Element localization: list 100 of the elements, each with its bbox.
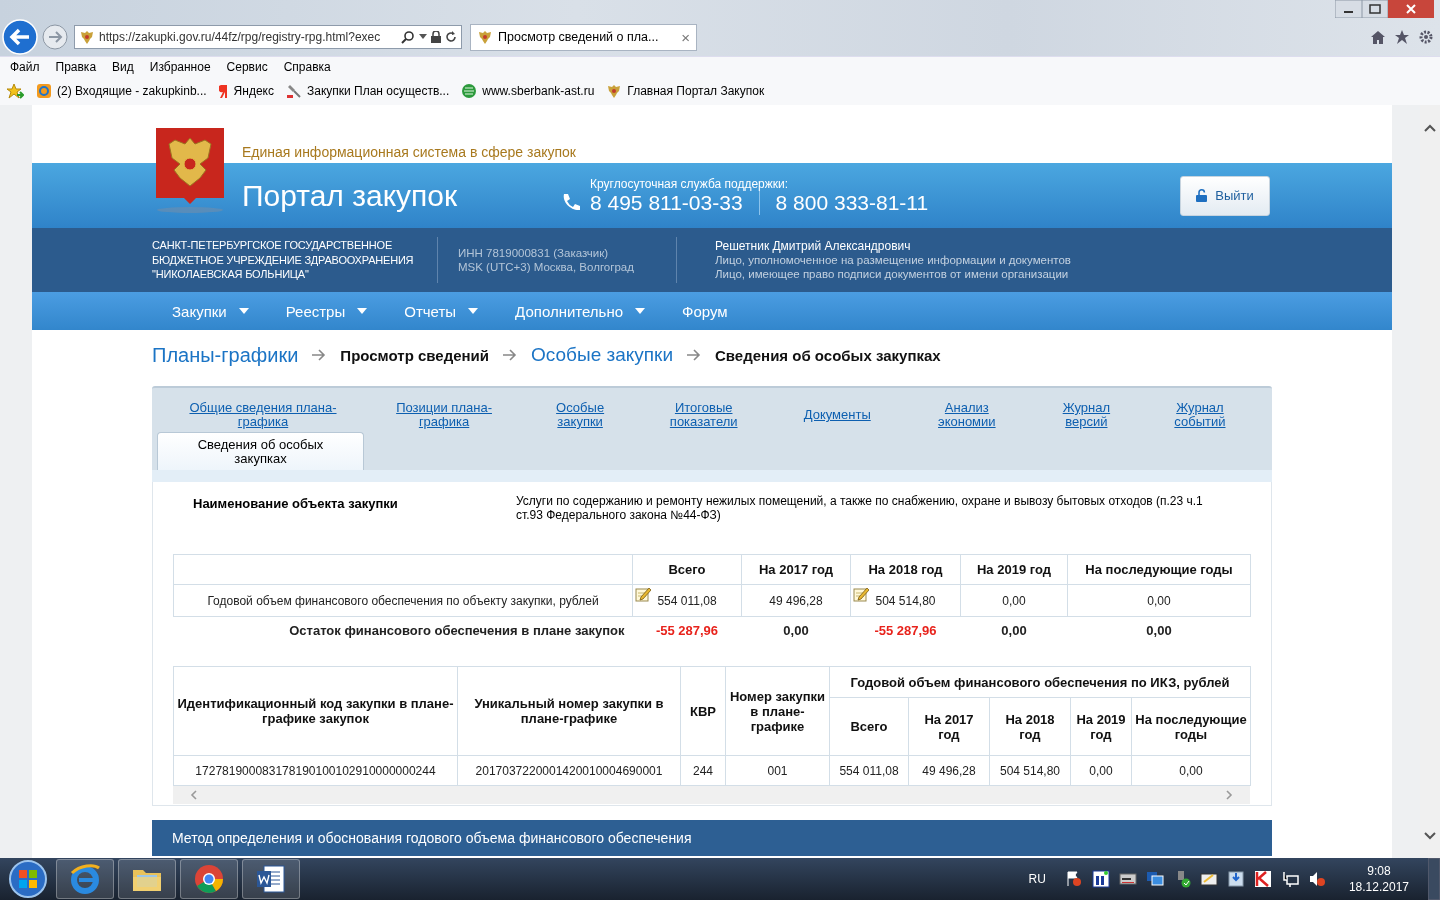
add-favorite-icon[interactable] (6, 83, 24, 99)
refresh-icon[interactable] (445, 31, 457, 43)
menu-item[interactable]: Файл (2, 60, 48, 74)
table-cell: 0,00 (1067, 584, 1251, 617)
menu-item[interactable]: Вид (104, 60, 142, 74)
letter-icon (218, 83, 229, 99)
tile-icon[interactable] (1091, 870, 1110, 888)
breadcrumb-link[interactable]: Особые закупки (531, 344, 673, 366)
maximize-button[interactable] (1362, 0, 1388, 18)
drive-icon[interactable] (1118, 870, 1137, 888)
flag-icon[interactable] (1064, 870, 1083, 888)
column-header: Уникальный номер закупки в плане-графике (457, 666, 681, 756)
column-header: На 2017 год (741, 554, 851, 585)
search-icon[interactable] (401, 30, 415, 44)
browser-icon (69, 863, 101, 895)
taskbar-button[interactable] (180, 859, 238, 899)
table-cell: 504 514,80 (875, 593, 936, 608)
table-cell: 504 514,80 (989, 755, 1071, 786)
table-cell: 244 (680, 755, 726, 786)
language-indicator[interactable]: RU (1028, 872, 1046, 886)
close-button[interactable] (1388, 0, 1434, 18)
emblem-icon (79, 29, 95, 45)
favorites-item[interactable]: Закупки План осуществ... (285, 83, 450, 99)
round-browser-icon (194, 864, 224, 894)
user-role: Лицо, уполномоченное на размещение информации и документов (715, 253, 1071, 267)
tab[interactable]: Особые закупки (550, 401, 611, 429)
table-cell: 2017037220001420010004690001 (457, 755, 681, 786)
logout-button[interactable]: Выйти (1180, 175, 1270, 216)
phone-number: 8 495 811-03-33 (589, 190, 743, 215)
table-cell: 0,00 (1067, 616, 1251, 644)
pencil-note-icon[interactable] (635, 586, 651, 602)
organization-name: САНКТ-ПЕТЕРБУРГСКОЕ ГОСУДАРСТВЕННОЕ БЮДЖЕТНОЕ УЧРЕЖДЕНИЕ ЗДРАВООХРАНЕНИЯ "НИКОЛАЕВСКАЯ БОЛЬНИЦА" (152, 238, 415, 282)
emblem-icon (606, 83, 623, 99)
settings-icon[interactable] (1418, 29, 1434, 45)
network-icon[interactable] (1280, 870, 1299, 888)
table-cell: 49 496,28 (908, 755, 990, 786)
tab[interactable]: Журнал событий (1169, 401, 1230, 429)
table-cell: 0,00 (741, 616, 851, 644)
tab[interactable]: Анализ экономии (930, 401, 1003, 429)
column-header: На последующие годы (1131, 697, 1251, 756)
back-button[interactable] (2, 19, 38, 55)
star-icon[interactable] (1394, 29, 1410, 45)
menu-item[interactable]: Справка (275, 60, 339, 74)
column-header: Номер закупки в плане-графике (725, 666, 830, 756)
tab[interactable]: Журнал версий (1056, 401, 1117, 429)
breadcrumb-arrow-icon (503, 349, 518, 361)
column-header: КВР (680, 666, 726, 756)
menu-item[interactable]: Правка (47, 60, 105, 74)
tab[interactable]: Позиции плана-графика (391, 401, 497, 429)
download-icon[interactable] (1226, 870, 1245, 888)
user-role: Лицо, имеющее право подписи документов от имени организации (715, 267, 1070, 281)
browser-tab[interactable]: Просмотр сведений о пла... × (470, 23, 697, 51)
column-header: Идентификационный код закупки в плане-графике закупок (173, 666, 458, 756)
tagline: Единая информационная система в сфере закупок (242, 144, 576, 160)
table-cell: 0,00 (1070, 755, 1132, 786)
tab[interactable]: Сведения об особых закупках (157, 432, 364, 470)
favorites-item[interactable]: www.sberbank-ast.ru (461, 83, 595, 99)
customer-inn: ИНН 7819000831 (Заказчик) (458, 246, 610, 260)
column-header: Всего (632, 554, 742, 585)
tab[interactable]: Общие сведения плана-графика (188, 401, 338, 429)
clock-date[interactable]: 18.12.2017 (1348, 879, 1409, 895)
minimize-button[interactable] (1335, 0, 1362, 18)
home-icon[interactable] (1370, 29, 1386, 45)
caret-icon[interactable] (419, 34, 427, 40)
breadcrumb-arrow-icon (312, 349, 327, 361)
round-logo-icon (461, 83, 478, 99)
breadcrumb-link[interactable]: Планы-графики (152, 343, 299, 367)
speaker-icon[interactable] (1307, 870, 1326, 888)
column-header: На последующие годы (1067, 554, 1251, 585)
pencil-note-icon[interactable] (853, 586, 869, 602)
table-cell: -55 287,96 (632, 616, 742, 644)
taskbar-button[interactable] (56, 859, 114, 899)
column-header: Всего (829, 697, 909, 756)
taskbar-button[interactable] (242, 859, 300, 899)
monitors-icon[interactable] (1145, 870, 1164, 888)
mail-icon (36, 83, 52, 99)
table-cell: 49 496,28 (741, 584, 851, 617)
breadcrumb-arrow-icon (687, 349, 701, 361)
taskbar-button[interactable] (118, 859, 176, 899)
card-icon[interactable] (1199, 870, 1218, 888)
clock-time[interactable]: 9:08 (1367, 863, 1391, 879)
column-header: На 2019 год (1070, 697, 1132, 756)
horizontal-scrollbar[interactable] (173, 786, 1250, 804)
phone-number: 8 800 333-81-11 (758, 190, 945, 215)
menu-item[interactable]: Сервис (218, 60, 276, 74)
favorites-item[interactable]: Главная Портал Закупок (606, 83, 765, 99)
column-header: На 2018 год (850, 554, 961, 585)
table-cell: 172781900083178190100102910000000244 (173, 755, 458, 786)
table-cell: 001 (725, 755, 830, 786)
favorites-item[interactable]: Яндекс (218, 83, 274, 99)
favorites-item[interactable]: (2) Входящие - zakupkinb... (36, 83, 207, 99)
start-button[interactable] (6, 859, 50, 899)
table-cell: 0,00 (960, 616, 1068, 644)
caret-icon (635, 308, 646, 314)
menu-item[interactable]: Избранное (141, 60, 219, 74)
close-tab-button[interactable]: × (681, 28, 690, 46)
tab[interactable]: Итоговые показатели (663, 401, 744, 429)
tab[interactable]: Документы (797, 408, 878, 422)
address-field[interactable]: https://zakupki.gov.ru/44fz/rpg/registry-rpg.html?exec (74, 25, 462, 49)
table-cell: -55 287,96 (850, 616, 961, 644)
